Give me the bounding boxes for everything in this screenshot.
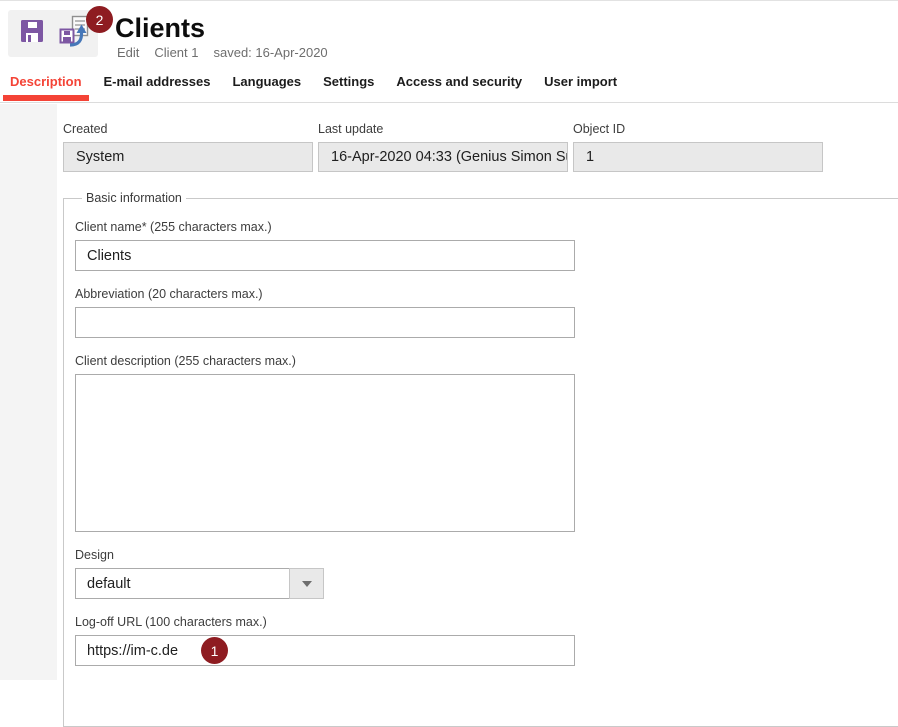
breadcrumb: Edit Client 1 saved: 16-Apr-2020 [117, 45, 328, 60]
abbreviation-label: Abbreviation (20 characters max.) [75, 287, 898, 302]
chevron-down-icon [302, 581, 312, 587]
tab-user-import[interactable]: User import [537, 63, 624, 102]
tab-description[interactable]: Description [3, 63, 89, 102]
last-update-label: Last update [318, 122, 568, 137]
saved-label: saved: 16-Apr-2020 [213, 45, 327, 60]
logoff-url-input[interactable] [75, 635, 575, 666]
design-select-input[interactable] [75, 568, 290, 599]
created-value: System [63, 142, 313, 172]
action-toolbar [8, 10, 98, 57]
design-label: Design [75, 548, 898, 563]
annotation-badge-1: 1 [201, 637, 228, 664]
top-divider [0, 0, 898, 1]
tab-bar: Description E-mail addresses Languages S… [0, 63, 898, 103]
client-name-label: Client name* (255 characters max.) [75, 220, 898, 235]
form-content: Created System Last update 16-Apr-2020 0… [63, 110, 898, 727]
mode-label: Edit [117, 45, 139, 60]
client-name-input[interactable] [75, 240, 575, 271]
design-dropdown-button[interactable] [289, 568, 324, 599]
client-description-textarea[interactable] [75, 374, 575, 532]
created-label: Created [63, 122, 313, 137]
tab-access-and-security[interactable]: Access and security [389, 63, 529, 102]
object-id-label: Object ID [573, 122, 823, 137]
annotation-badge-2: 2 [86, 6, 113, 33]
basic-information-legend: Basic information [82, 191, 186, 206]
tab-email-addresses[interactable]: E-mail addresses [97, 63, 218, 102]
save-floppy-icon [18, 17, 46, 50]
logoff-url-label: Log-off URL (100 characters max.) [75, 615, 898, 630]
last-update-value: 16-Apr-2020 04:33 (Genius Simon Sup [318, 142, 568, 172]
left-rail [0, 104, 57, 680]
basic-information-fieldset: Basic information Client name* (255 char… [63, 191, 898, 727]
client-description-label: Client description (255 characters max.) [75, 354, 898, 369]
tab-settings[interactable]: Settings [316, 63, 381, 102]
abbreviation-input[interactable] [75, 307, 575, 338]
context-label: Client 1 [154, 45, 198, 60]
page-title: Clients [115, 13, 205, 44]
meta-row: Created System Last update 16-Apr-2020 0… [63, 122, 898, 172]
object-id-value: 1 [573, 142, 823, 172]
tab-languages[interactable]: Languages [225, 63, 308, 102]
save-page-arrow-icon [59, 15, 89, 52]
save-button[interactable] [15, 16, 49, 52]
